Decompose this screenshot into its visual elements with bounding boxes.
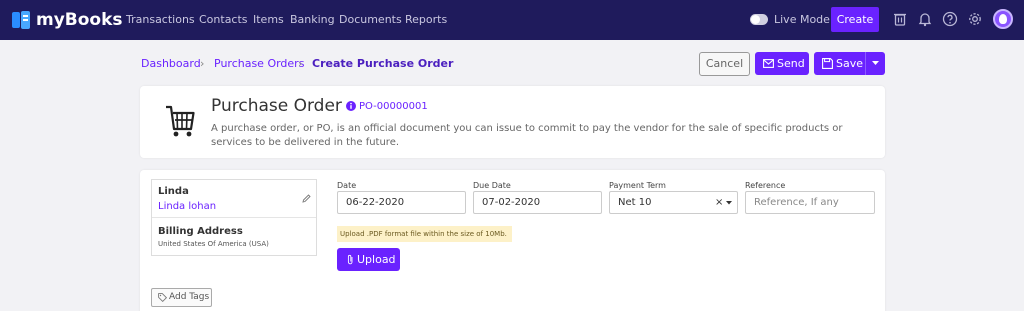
nav-banking[interactable]: Banking	[290, 13, 335, 27]
date-field[interactable]: 06-22-2020	[337, 191, 466, 214]
info-icon[interactable]	[346, 101, 356, 111]
mybooks-logo-icon[interactable]	[11, 9, 31, 31]
bell-icon[interactable]	[917, 11, 933, 27]
send-label: Send	[777, 57, 805, 70]
nav-transactions[interactable]: Transactions	[126, 13, 195, 27]
breadcrumb-chevron-icon: ›	[200, 57, 205, 70]
tag-icon	[158, 293, 167, 302]
nav-items[interactable]: Items	[253, 13, 284, 27]
payment-term-label: Payment Term	[609, 181, 666, 190]
due-date-field[interactable]: 07-02-2020	[473, 191, 602, 214]
upload-label: Upload	[357, 253, 396, 266]
po-number: PO-00000001	[359, 101, 428, 112]
gear-icon[interactable]	[967, 11, 983, 27]
due-date-label: Due Date	[473, 181, 511, 190]
send-button[interactable]: Send	[755, 52, 809, 75]
clear-icon[interactable]: ×	[715, 192, 723, 213]
nav-reports[interactable]: Reports	[405, 13, 447, 27]
save-button[interactable]: Save	[814, 52, 885, 75]
top-nav: myBooks Transactions Contacts Items Bank…	[0, 0, 1024, 40]
save-label: Save	[836, 57, 864, 70]
billing-address-label: Billing Address	[158, 226, 243, 237]
date-label: Date	[337, 181, 357, 190]
pencil-icon[interactable]	[302, 194, 311, 203]
trash-icon[interactable]	[892, 11, 908, 27]
nav-documents[interactable]: Documents	[339, 13, 402, 27]
add-tags-label: Add Tags	[169, 292, 210, 302]
chevron-down-icon[interactable]	[726, 201, 732, 205]
po-description: A purchase order, or PO, is an official …	[211, 123, 843, 148]
payment-term-value: Net 10	[618, 197, 652, 208]
breadcrumb-chevron-icon: ›	[298, 57, 303, 70]
live-mode-toggle[interactable]	[750, 14, 768, 25]
breadcrumb-purchase-orders[interactable]: Purchase Orders	[214, 57, 304, 71]
nav-contacts[interactable]: Contacts	[199, 13, 248, 27]
breadcrumb-dashboard[interactable]: Dashboard	[141, 57, 201, 71]
chevron-down-icon[interactable]	[872, 61, 879, 66]
add-tags-button[interactable]: Add Tags	[151, 288, 212, 307]
paperclip-icon	[347, 254, 353, 265]
vendor-name: Linda	[158, 186, 189, 197]
vendor-card: Linda Linda lohan Billing Address United…	[151, 179, 317, 256]
upload-button[interactable]: Upload	[337, 248, 400, 271]
cancel-button[interactable]: Cancel	[699, 52, 750, 76]
vendor-divider	[152, 217, 316, 218]
reference-placeholder: Reference, If any	[754, 197, 839, 208]
upload-note: Upload .PDF format file within the size …	[337, 226, 512, 242]
reference-label: Reference	[745, 181, 786, 190]
help-icon[interactable]	[942, 11, 958, 27]
avatar[interactable]	[993, 9, 1013, 29]
cart-icon	[166, 105, 195, 137]
mail-icon	[763, 59, 774, 68]
reference-input[interactable]: Reference, If any	[745, 191, 875, 214]
breadcrumb-current: Create Purchase Order	[312, 57, 454, 70]
create-button[interactable]: Create	[831, 7, 879, 32]
billing-country: United States Of America (USA)	[158, 240, 269, 248]
payment-term-select[interactable]: Net 10 ×	[609, 191, 738, 214]
brand-name[interactable]: myBooks	[36, 10, 123, 30]
page-title: Purchase Order	[211, 96, 342, 116]
vendor-contact[interactable]: Linda lohan	[158, 201, 216, 212]
floppy-disk-icon	[822, 58, 833, 69]
save-divider	[865, 52, 866, 75]
live-mode-label: Live Mode	[774, 13, 830, 26]
